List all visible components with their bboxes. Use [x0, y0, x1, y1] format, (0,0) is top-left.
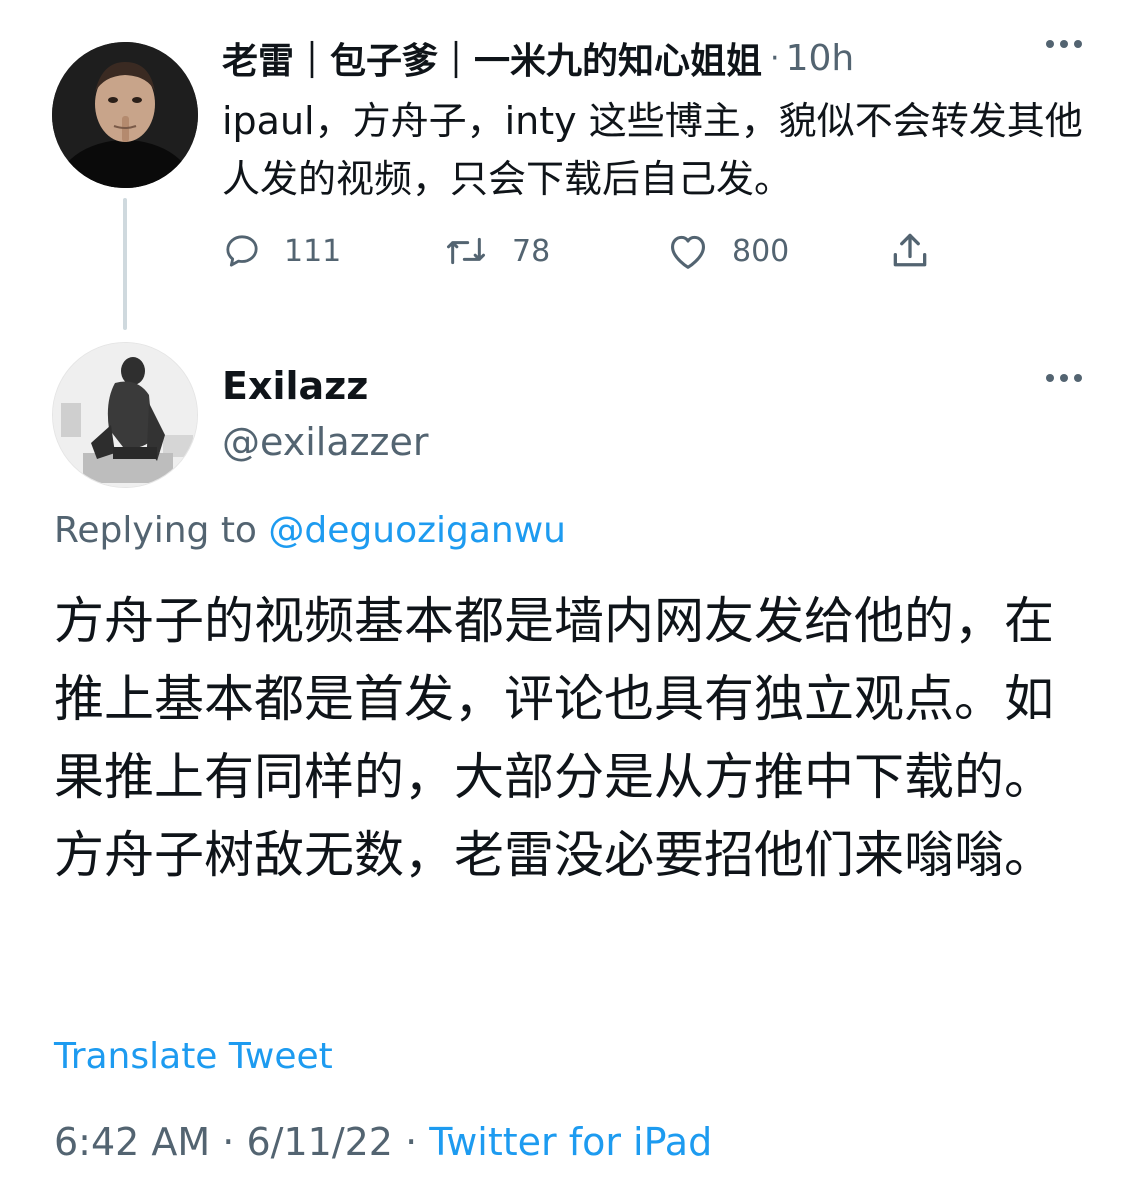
like-button[interactable]: 800 — [666, 226, 789, 276]
meta-separator: · — [405, 1120, 418, 1164]
reply-icon — [226, 235, 258, 267]
reply-button[interactable]: 111 — [222, 226, 341, 276]
tweet-date[interactable]: 6/11/22 — [246, 1120, 393, 1164]
parent-avatar[interactable] — [52, 42, 198, 188]
share-icon — [893, 233, 927, 267]
reply-author-handle[interactable]: @exilazzer — [222, 420, 429, 464]
reply-avatar-image — [53, 343, 197, 487]
parent-more-icon[interactable] — [1046, 40, 1082, 48]
retweet-button[interactable]: 78 — [442, 226, 550, 276]
header-separator: · — [770, 40, 780, 76]
like-count: 800 — [732, 233, 790, 269]
share-button[interactable] — [888, 226, 932, 276]
retweet-icon — [447, 237, 485, 265]
parent-tweet-text: ipaul，方舟子，inty 这些博主，貌似不会转发其他人发的视频，只会下载后自… — [222, 99, 1083, 201]
tweet-time[interactable]: 6:42 AM — [54, 1120, 210, 1164]
reply-count: 111 — [284, 233, 342, 269]
parent-author-name[interactable]: 老雷｜包子爹｜一米九的知心姐姐 — [222, 32, 762, 84]
tweet-source-link[interactable]: Twitter for iPad — [429, 1120, 712, 1164]
parent-avatar-image — [52, 42, 198, 188]
translate-tweet-link[interactable]: Translate Tweet — [54, 1036, 333, 1077]
like-icon — [671, 235, 705, 269]
meta-separator: · — [222, 1120, 235, 1164]
retweet-count: 78 — [512, 233, 551, 269]
reply-avatar[interactable] — [52, 342, 198, 488]
parent-tweet-header: 老雷｜包子爹｜一米九的知心姐姐 · 10h — [222, 32, 854, 84]
tweet-metadata: 6:42 AM · 6/11/22 · Twitter for iPad — [54, 1120, 712, 1164]
reply-tweet-text: 方舟子的视频基本都是墙内网友发给他的，在推上基本都是首发，评论也具有独立观点。如… — [54, 592, 1054, 884]
replying-to: Replying to @deguoziganwu — [54, 510, 566, 551]
reply-author-name[interactable]: Exilazz — [222, 364, 368, 408]
replying-to-link[interactable]: @deguoziganwu — [268, 510, 566, 551]
thread-connector-line — [123, 198, 127, 330]
reply-more-icon[interactable] — [1046, 374, 1082, 382]
parent-timestamp[interactable]: 10h — [786, 38, 855, 79]
replying-prefix: Replying to — [54, 510, 257, 551]
